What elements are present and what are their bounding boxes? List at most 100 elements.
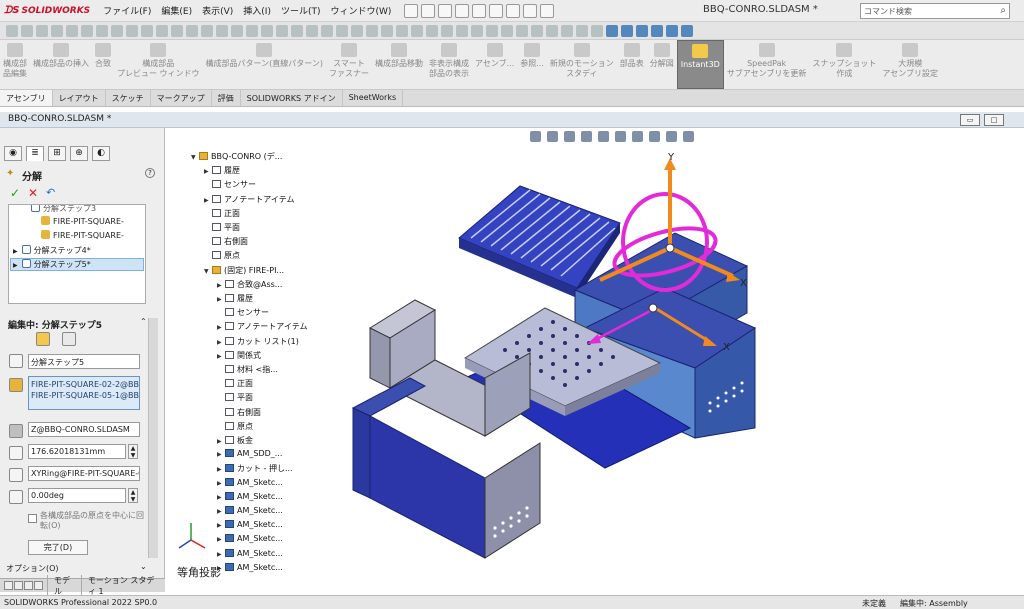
menu-file[interactable]: ファイル(F) bbox=[98, 4, 156, 17]
display-manager-tab-icon[interactable]: ◐ bbox=[92, 146, 110, 161]
ribbon-button[interactable]: 参照... bbox=[517, 40, 547, 89]
config-manager-tab-icon[interactable]: ⊞ bbox=[48, 146, 66, 161]
tool-icon[interactable] bbox=[396, 24, 408, 37]
tool-icon[interactable] bbox=[66, 24, 78, 37]
open-icon[interactable] bbox=[438, 3, 453, 18]
tool-icon[interactable] bbox=[171, 24, 183, 37]
tool-icon[interactable] bbox=[546, 24, 558, 37]
tool-icon[interactable] bbox=[261, 24, 273, 37]
tool-icon[interactable] bbox=[186, 24, 198, 37]
distance-spinner[interactable]: ▲ ▼ bbox=[128, 444, 138, 459]
cancel-icon[interactable]: ✕ bbox=[28, 186, 38, 200]
tool-icon[interactable] bbox=[156, 24, 168, 37]
help-icon[interactable]: ? bbox=[145, 168, 155, 178]
ribbon-button[interactable]: 構成部品パターン(直線パターン) bbox=[203, 40, 326, 89]
save-icon[interactable] bbox=[455, 3, 470, 18]
tool-icon[interactable] bbox=[501, 24, 513, 37]
command-search-input[interactable]: コマンド検索 ⌕ bbox=[860, 3, 1010, 19]
list-item[interactable]: ▶ 分解ステップ4* bbox=[13, 245, 91, 256]
menu-view[interactable]: 表示(V) bbox=[197, 4, 238, 17]
ok-icon[interactable]: ✓ bbox=[10, 186, 20, 200]
menu-insert[interactable]: 挿入(I) bbox=[238, 4, 276, 17]
model-canvas[interactable]: Y X X bbox=[165, 128, 1024, 595]
rotation-axis-field[interactable]: XYRing@FIRE-PIT-SQUARE-05- bbox=[28, 466, 140, 481]
solidworks-logo[interactable]: ᗪS SOLIDWORKS bbox=[0, 5, 98, 16]
home-icon[interactable] bbox=[404, 3, 419, 18]
direction-field[interactable]: Z@BBQ-CONRO.SLDASM bbox=[28, 422, 140, 437]
list-item[interactable]: 分解ステップ3 bbox=[31, 205, 96, 214]
tool-icon[interactable] bbox=[276, 24, 288, 37]
ribbon-button[interactable]: スマート ファスナー bbox=[326, 40, 372, 89]
tool-icon[interactable] bbox=[246, 24, 258, 37]
menu-window[interactable]: ウィンドウ(W) bbox=[326, 4, 397, 17]
tool-icon[interactable] bbox=[486, 24, 498, 37]
last-tab-icon[interactable] bbox=[34, 581, 43, 590]
tool-icon[interactable] bbox=[306, 24, 318, 37]
tool-icon[interactable] bbox=[81, 24, 93, 37]
property-manager-tab-icon[interactable]: ≣ bbox=[26, 146, 44, 161]
tab-6[interactable]: SheetWorks bbox=[343, 90, 404, 106]
tool-icon[interactable] bbox=[141, 24, 153, 37]
tab-5[interactable]: SOLIDWORKS アドイン bbox=[241, 90, 343, 106]
tab-model[interactable]: モデル bbox=[47, 574, 81, 597]
ribbon-button[interactable]: 分解図 bbox=[647, 40, 677, 89]
tool-icon[interactable] bbox=[441, 24, 453, 37]
tool-icon[interactable] bbox=[36, 24, 48, 37]
tool-icon[interactable] bbox=[291, 24, 303, 37]
step-name-field[interactable]: 分解ステップ5 bbox=[28, 354, 140, 369]
tab-1[interactable]: レイアウト bbox=[53, 90, 106, 106]
explode-steps-list[interactable]: 分解ステップ3 FIRE-PIT-SQUARE- FIRE-PIT-SQUARE… bbox=[8, 204, 146, 304]
view-cube-icon[interactable] bbox=[666, 24, 678, 37]
tab-motion-study[interactable]: モーション スタディ 1 bbox=[80, 574, 165, 597]
tab-4[interactable]: 評価 bbox=[212, 90, 241, 106]
tool-icon[interactable] bbox=[336, 24, 348, 37]
tool-icon[interactable] bbox=[21, 24, 33, 37]
tool-icon[interactable] bbox=[96, 24, 108, 37]
ribbon-button[interactable]: 構成部品の挿入 bbox=[30, 40, 92, 89]
rotate-about-origin-checkbox[interactable] bbox=[28, 514, 37, 523]
list-item[interactable]: FIRE-PIT-SQUARE- bbox=[41, 216, 124, 226]
tab-2[interactable]: スケッチ bbox=[106, 90, 151, 106]
next-tab-icon[interactable] bbox=[24, 581, 33, 590]
search-icon[interactable]: ⌕ bbox=[1000, 5, 1006, 16]
tool-icon[interactable] bbox=[216, 24, 228, 37]
left-bracket[interactable] bbox=[368, 299, 532, 437]
ribbon-button[interactable]: アセンブ... bbox=[472, 40, 517, 89]
distance-field[interactable]: 176.62018131mm bbox=[28, 444, 126, 459]
tool-icon[interactable] bbox=[516, 24, 528, 37]
expand-arrow-icon[interactable]: ▶ bbox=[13, 248, 18, 255]
rotation-axis-icon[interactable] bbox=[9, 468, 23, 482]
expand-icon[interactable]: ⌄ bbox=[140, 562, 147, 571]
ribbon-button[interactable]: 新規のモーション スタディ bbox=[547, 40, 617, 89]
undo-icon[interactable]: ↶ bbox=[46, 186, 55, 199]
restore-window-button[interactable]: ▭ bbox=[960, 114, 980, 126]
tool-icon[interactable] bbox=[531, 24, 543, 37]
ribbon-button[interactable]: 部品表 bbox=[617, 40, 647, 89]
rebuild-icon[interactable] bbox=[523, 3, 538, 18]
angle-spinner[interactable]: ▲ ▼ bbox=[128, 488, 138, 503]
tool-icon[interactable] bbox=[126, 24, 138, 37]
tool-icon[interactable] bbox=[456, 24, 468, 37]
tool-icon[interactable] bbox=[411, 24, 423, 37]
tool-icon[interactable] bbox=[561, 24, 573, 37]
ribbon-button[interactable]: 非表示構成 部品の表示 bbox=[426, 40, 472, 89]
print-icon[interactable] bbox=[472, 3, 487, 18]
collapse-icon[interactable]: ⌃ bbox=[140, 317, 147, 326]
ribbon-button[interactable]: Instant3D bbox=[676, 40, 724, 89]
ribbon-button[interactable]: 大規模 アセンブリ設定 bbox=[879, 40, 941, 89]
menu-edit[interactable]: 編集(E) bbox=[156, 4, 197, 17]
direction-icon[interactable] bbox=[9, 424, 23, 438]
new-icon[interactable] bbox=[421, 3, 436, 18]
radial-step-icon[interactable] bbox=[62, 332, 76, 346]
view-cube-icon[interactable] bbox=[606, 24, 618, 37]
ribbon-button[interactable]: スナップショット 作成 bbox=[809, 40, 879, 89]
expand-arrow-icon[interactable]: ▶ bbox=[13, 262, 18, 269]
tool-icon[interactable] bbox=[321, 24, 333, 37]
select-icon[interactable] bbox=[506, 3, 521, 18]
ribbon-button[interactable]: 構成部 品編集 bbox=[0, 40, 30, 89]
panel-scrollbar[interactable] bbox=[148, 318, 158, 558]
tab-0[interactable]: アセンブリ bbox=[0, 90, 53, 106]
tool-icon[interactable] bbox=[591, 24, 603, 37]
options-icon[interactable] bbox=[540, 3, 555, 18]
tool-icon[interactable] bbox=[111, 24, 123, 37]
